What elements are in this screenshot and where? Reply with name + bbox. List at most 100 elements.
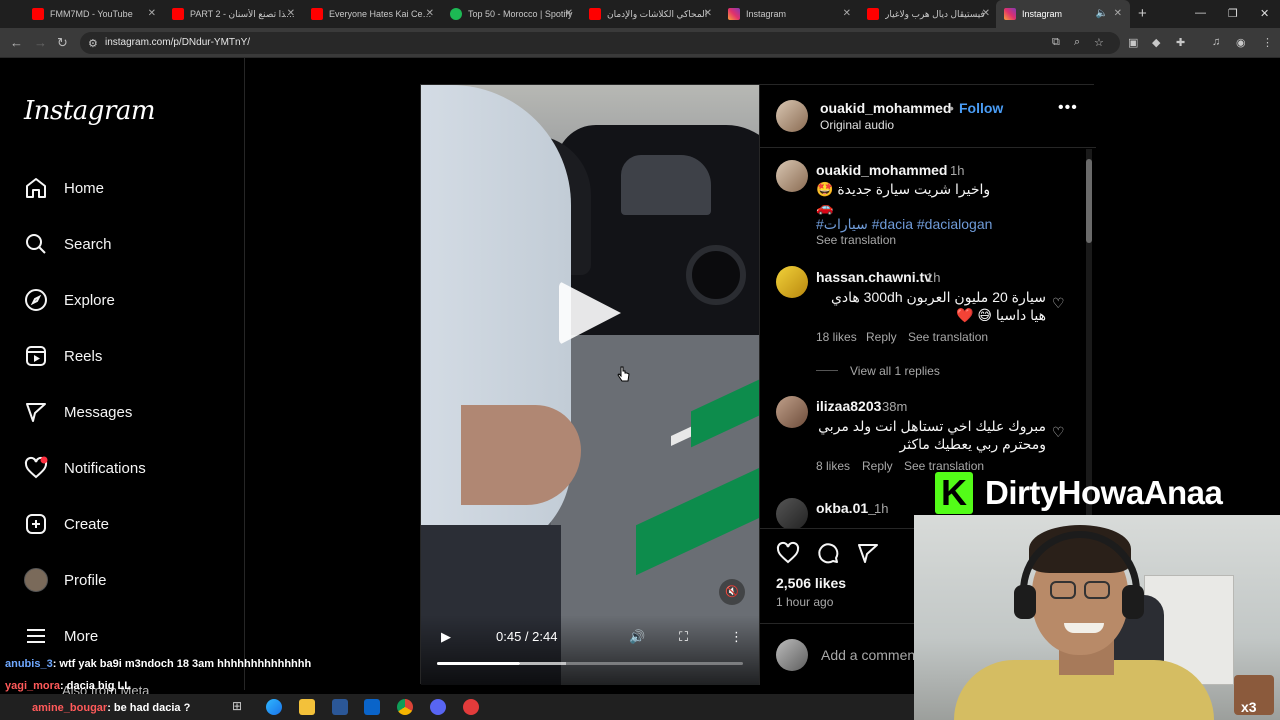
comment-likes[interactable]: 18 likes	[816, 330, 857, 344]
comment-author[interactable]: hassan.chawni.tv	[816, 269, 932, 285]
close-icon[interactable]: ✕	[287, 8, 295, 19]
tab-spotify[interactable]: Top 50 - Morocco | Spotify ✕	[442, 0, 581, 28]
discord-icon[interactable]	[430, 699, 446, 715]
close-icon[interactable]: ✕	[148, 8, 156, 19]
video-more-icon[interactable]: ⋮	[730, 629, 743, 645]
back-icon[interactable]: ←	[10, 35, 23, 50]
original-audio-link[interactable]: Original audio	[820, 118, 894, 132]
sidebar-item-reels[interactable]: Reels	[24, 341, 102, 371]
view-replies-link[interactable]: View all 1 replies	[850, 364, 940, 378]
play-icon[interactable]: ▶	[441, 629, 451, 645]
browser-tab-bar: FMM7MD - YouTube ✕ PART 2 - هكذا تصنع ال…	[0, 0, 1280, 28]
chrome-icon[interactable]	[397, 699, 413, 715]
profile-icon[interactable]: ◉	[1236, 36, 1246, 49]
fullscreen-icon[interactable]: ⛶	[679, 629, 688, 645]
like-heart-icon[interactable]	[776, 541, 800, 565]
like-comment-icon[interactable]: ♡	[1052, 424, 1065, 441]
tab-part2[interactable]: PART 2 - هكذا تصنع الأسنان ✕	[164, 0, 303, 28]
share-icon[interactable]	[856, 541, 880, 565]
close-icon[interactable]: ✕	[982, 8, 990, 19]
youtube-icon	[589, 8, 601, 20]
tab-youtube-arabic[interactable]: المحاكي الكلاشات والإدمان ✕	[581, 0, 720, 28]
tab-kai-cenat[interactable]: Everyone Hates Kai Cenat ✕	[303, 0, 442, 28]
puzzle-icon[interactable]: ✚	[1176, 36, 1185, 49]
close-icon[interactable]: ✕	[704, 8, 712, 19]
close-icon[interactable]: ✕	[426, 8, 434, 19]
see-translation-link[interactable]: See translation	[908, 330, 988, 344]
sidebar-item-search[interactable]: Search	[24, 229, 112, 259]
follow-button[interactable]: Follow	[959, 100, 1003, 116]
mute-icon[interactable]: 🔇	[719, 579, 745, 605]
extension-icon[interactable]: ◆	[1152, 36, 1160, 49]
tab-fmm7md[interactable]: FMM7MD - YouTube ✕	[24, 0, 164, 28]
store-icon[interactable]	[332, 699, 348, 715]
reload-icon[interactable]: ↻	[57, 35, 68, 51]
restore-button[interactable]: ❐	[1228, 7, 1238, 20]
avatar[interactable]	[776, 100, 808, 132]
tab-festival[interactable]: فيستيڤال ديال هرب ولاغيار ✕	[859, 0, 998, 28]
new-tab-button[interactable]: +	[1138, 5, 1147, 22]
edge-icon[interactable]	[266, 699, 282, 715]
sidebar-item-profile[interactable]: Profile	[24, 565, 107, 595]
avatar[interactable]	[776, 160, 808, 192]
chat-username: amine_bougar	[32, 702, 108, 714]
sidebar-item-messages[interactable]: Messages	[24, 397, 132, 427]
zoom-icon[interactable]: ⌕	[1074, 36, 1080, 49]
comment-text: ومحترم ربي يعطيك ماكثر	[899, 436, 1046, 452]
sidebar-item-label: Create	[64, 515, 110, 533]
caption-author[interactable]: ouakid_mohammed	[816, 162, 947, 178]
reply-link[interactable]: Reply	[862, 459, 893, 473]
play-overlay-icon[interactable]	[559, 281, 621, 345]
close-window-button[interactable]: ✕	[1260, 7, 1269, 20]
outlook-icon[interactable]	[364, 699, 380, 715]
avatar[interactable]	[776, 396, 808, 428]
file-explorer-icon[interactable]	[299, 699, 315, 715]
sidebar-item-more[interactable]: More	[24, 621, 98, 651]
omnibox[interactable]: ⚙ instagram.com/p/DNdur-YMTnY/ ⧉ ⌕ ☆	[80, 32, 1120, 54]
comment-author[interactable]: okba.01_	[816, 500, 876, 516]
comment-icon[interactable]	[816, 541, 840, 565]
caption-hashtags[interactable]: #سيارات #dacia #dacialogan	[816, 216, 992, 233]
reply-link[interactable]: Reply	[866, 330, 897, 344]
youtube-icon	[311, 8, 323, 20]
tab-instagram-active[interactable]: Instagram 🔈 ✕	[996, 0, 1130, 28]
site-info-icon[interactable]: ⚙	[88, 37, 98, 50]
speaker-icon[interactable]: 🔈	[1096, 8, 1108, 19]
forward-icon[interactable]: →	[34, 35, 47, 50]
avatar[interactable]	[776, 266, 808, 298]
tab-instagram-1[interactable]: Instagram ✕	[720, 0, 859, 28]
sidebar-item-notifications[interactable]: Notifications	[24, 453, 146, 483]
instagram-logo[interactable]: Instagram	[24, 96, 156, 126]
comment-author[interactable]: ilizaa8203	[816, 398, 881, 414]
scrollbar-thumb[interactable]	[1086, 159, 1092, 243]
see-translation-link[interactable]: See translation	[816, 233, 896, 247]
likes-count[interactable]: 2,506 likes	[776, 575, 846, 591]
translate-icon[interactable]: ▣	[1128, 36, 1138, 49]
post-author[interactable]: ouakid_mohammed	[820, 100, 951, 116]
chat-text: : dacia big LL	[60, 680, 131, 692]
media-control-icon[interactable]: ♫	[1212, 36, 1220, 48]
reel-video[interactable]: 🔇 ▶ 0:45 / 2:44 🔊 ⛶ ⋮	[421, 85, 759, 685]
sidebar-item-explore[interactable]: Explore	[24, 285, 115, 315]
video-progress-bar[interactable]	[437, 662, 743, 665]
avatar[interactable]	[776, 498, 808, 528]
minimize-button[interactable]: —	[1195, 7, 1206, 19]
more-options-icon[interactable]: •••	[1058, 99, 1078, 117]
menu-icon	[27, 629, 45, 643]
comment-likes[interactable]: 8 likes	[816, 459, 850, 473]
bookmark-star-icon[interactable]: ☆	[1094, 36, 1104, 49]
volume-icon[interactable]: 🔊	[629, 629, 645, 645]
sidebar-item-create[interactable]: Create	[24, 509, 109, 539]
task-view-icon[interactable]: ⊞	[232, 699, 248, 715]
compass-icon	[25, 289, 47, 311]
close-icon[interactable]: ✕	[1114, 8, 1122, 19]
install-app-icon[interactable]: ⧉	[1052, 36, 1060, 49]
sidebar-item-home[interactable]: Home	[24, 173, 104, 203]
obs-icon[interactable]	[463, 699, 479, 715]
kebab-menu-icon[interactable]: ⋮	[1262, 36, 1273, 49]
close-icon[interactable]: ✕	[565, 8, 573, 19]
like-comment-icon[interactable]: ♡	[1052, 295, 1065, 312]
close-icon[interactable]: ✕	[843, 8, 851, 19]
streamer-name: DirtyHowaAnaa	[985, 474, 1223, 511]
comment-text: مبروك عليك اخي تستاهل انت ولد مربي	[818, 418, 1046, 434]
